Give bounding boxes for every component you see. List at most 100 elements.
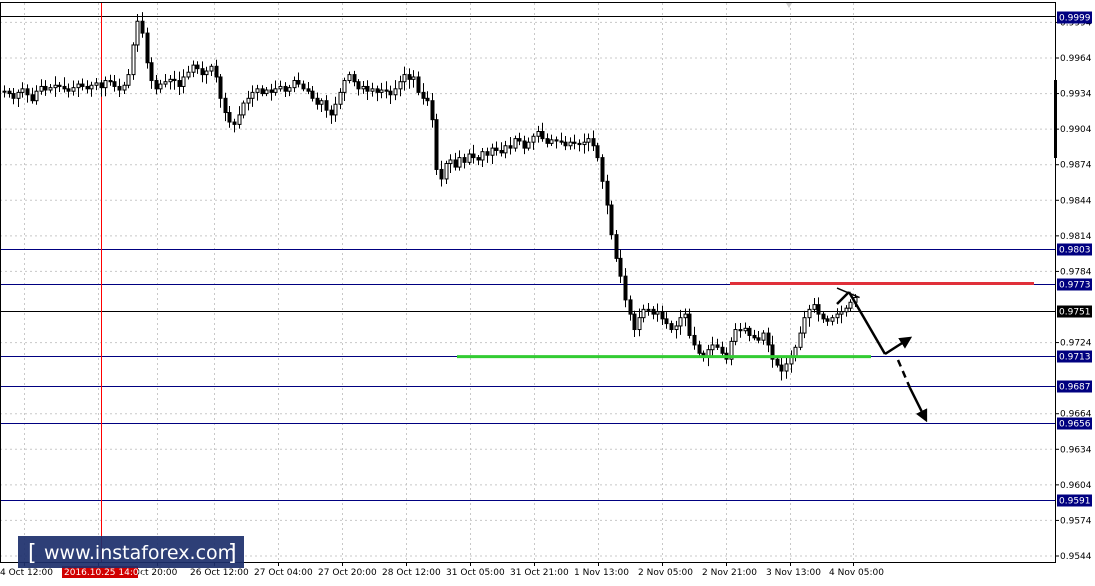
x-tick-label: 31 Oct 21:00 xyxy=(510,568,569,578)
candle-body xyxy=(655,311,660,315)
x-tick-label: 4 Oct 12:00 xyxy=(0,568,53,578)
candle-body xyxy=(812,304,817,310)
candle-body xyxy=(632,313,637,331)
candle-body xyxy=(135,20,140,46)
candle-body xyxy=(324,100,329,111)
candle-body xyxy=(76,83,81,89)
candle-body xyxy=(352,74,357,83)
candle-body xyxy=(586,138,591,143)
candle-body xyxy=(296,80,301,85)
candle-body xyxy=(338,91,343,105)
candle-body xyxy=(439,168,444,180)
candle-body xyxy=(283,85,288,92)
candle-body xyxy=(476,157,481,161)
candle-body xyxy=(434,119,439,170)
candle-body xyxy=(356,81,361,90)
x-tick-label: 1 Nov 13:00 xyxy=(574,568,629,578)
candle-body xyxy=(522,140,527,149)
candle-body xyxy=(503,145,508,154)
highlighted-time-label: 2016.10.25 14:00 xyxy=(64,568,145,578)
price-chart: 0.99940.99640.99340.99040.98740.98440.98… xyxy=(0,0,1095,586)
candle-body xyxy=(375,88,380,93)
candle-body xyxy=(821,313,826,320)
candle-body xyxy=(85,85,90,90)
candle-body xyxy=(393,88,398,96)
candle-body xyxy=(287,87,292,92)
candle-body xyxy=(177,80,182,87)
candle-body xyxy=(761,332,766,341)
candle-body xyxy=(425,97,430,102)
candle-body xyxy=(108,80,113,83)
candle-body xyxy=(733,329,738,342)
candle-body xyxy=(848,301,853,309)
y-tick-label: 0.9814 xyxy=(1060,232,1092,242)
candle-body xyxy=(743,327,748,332)
candle-body xyxy=(577,142,582,146)
candle-body xyxy=(572,141,577,144)
candle-body xyxy=(508,145,513,149)
candle-body xyxy=(678,317,683,327)
candle-body xyxy=(20,88,25,93)
candle-body xyxy=(664,318,669,325)
candle-body xyxy=(158,83,163,90)
x-tick-label: 31 Oct 05:00 xyxy=(446,568,505,578)
y-tick-label: 0.9724 xyxy=(1060,339,1092,349)
candle-body xyxy=(499,149,504,154)
candle-body xyxy=(315,97,320,105)
candle-body xyxy=(683,313,688,319)
candle-body xyxy=(568,141,573,147)
x-tick-label: 2 Nov 05:00 xyxy=(638,568,693,578)
candle-body xyxy=(779,364,784,372)
candle-body xyxy=(660,311,665,320)
candle-body xyxy=(11,93,16,99)
candle-body xyxy=(766,332,771,346)
candle-body xyxy=(517,138,522,142)
candle-body xyxy=(186,71,191,78)
candle-body xyxy=(416,76,421,93)
candle-body xyxy=(30,94,35,102)
candle-body xyxy=(232,121,237,125)
level-label: 0.9999 xyxy=(1059,14,1091,24)
candle-body xyxy=(195,64,200,70)
x-tick-label: 2 Nov 21:00 xyxy=(702,568,757,578)
candle-body xyxy=(273,88,278,93)
candle-body xyxy=(715,344,720,348)
candle-body xyxy=(697,344,702,354)
candle-body xyxy=(471,153,476,159)
candle-body xyxy=(674,325,679,331)
candle-body xyxy=(191,64,196,73)
candle-body xyxy=(595,145,600,159)
candle-body xyxy=(16,91,21,99)
candle-body xyxy=(444,163,449,180)
candle-body xyxy=(641,308,646,319)
candle-body xyxy=(752,334,757,339)
candle-body xyxy=(844,307,849,313)
candle-body xyxy=(7,90,12,95)
candle-body xyxy=(485,151,490,156)
candle-body xyxy=(618,257,623,277)
watermark-bracket-right: ] xyxy=(228,541,237,566)
candle-body xyxy=(214,65,219,78)
candle-body xyxy=(457,157,462,168)
candle-body xyxy=(99,82,104,89)
candle-body xyxy=(784,363,789,372)
candle-body xyxy=(168,78,173,83)
candle-body xyxy=(112,81,117,87)
candle-body xyxy=(241,102,246,116)
candle-body xyxy=(807,308,812,319)
candle-body xyxy=(549,139,554,144)
level-label: 0.9687 xyxy=(1059,383,1091,393)
candle-body xyxy=(154,80,159,90)
candle-body xyxy=(467,153,472,163)
candle-body xyxy=(798,332,803,348)
candle-body xyxy=(582,141,587,146)
candle-body xyxy=(200,68,205,76)
candle-body xyxy=(462,157,467,163)
candle-body xyxy=(637,317,642,331)
candle-body xyxy=(747,327,752,336)
candle-body xyxy=(513,138,518,149)
candle-body xyxy=(802,317,807,334)
x-tick-label: 4 Nov 05:00 xyxy=(829,568,884,578)
candle-body xyxy=(591,138,596,147)
candle-body xyxy=(181,76,186,87)
